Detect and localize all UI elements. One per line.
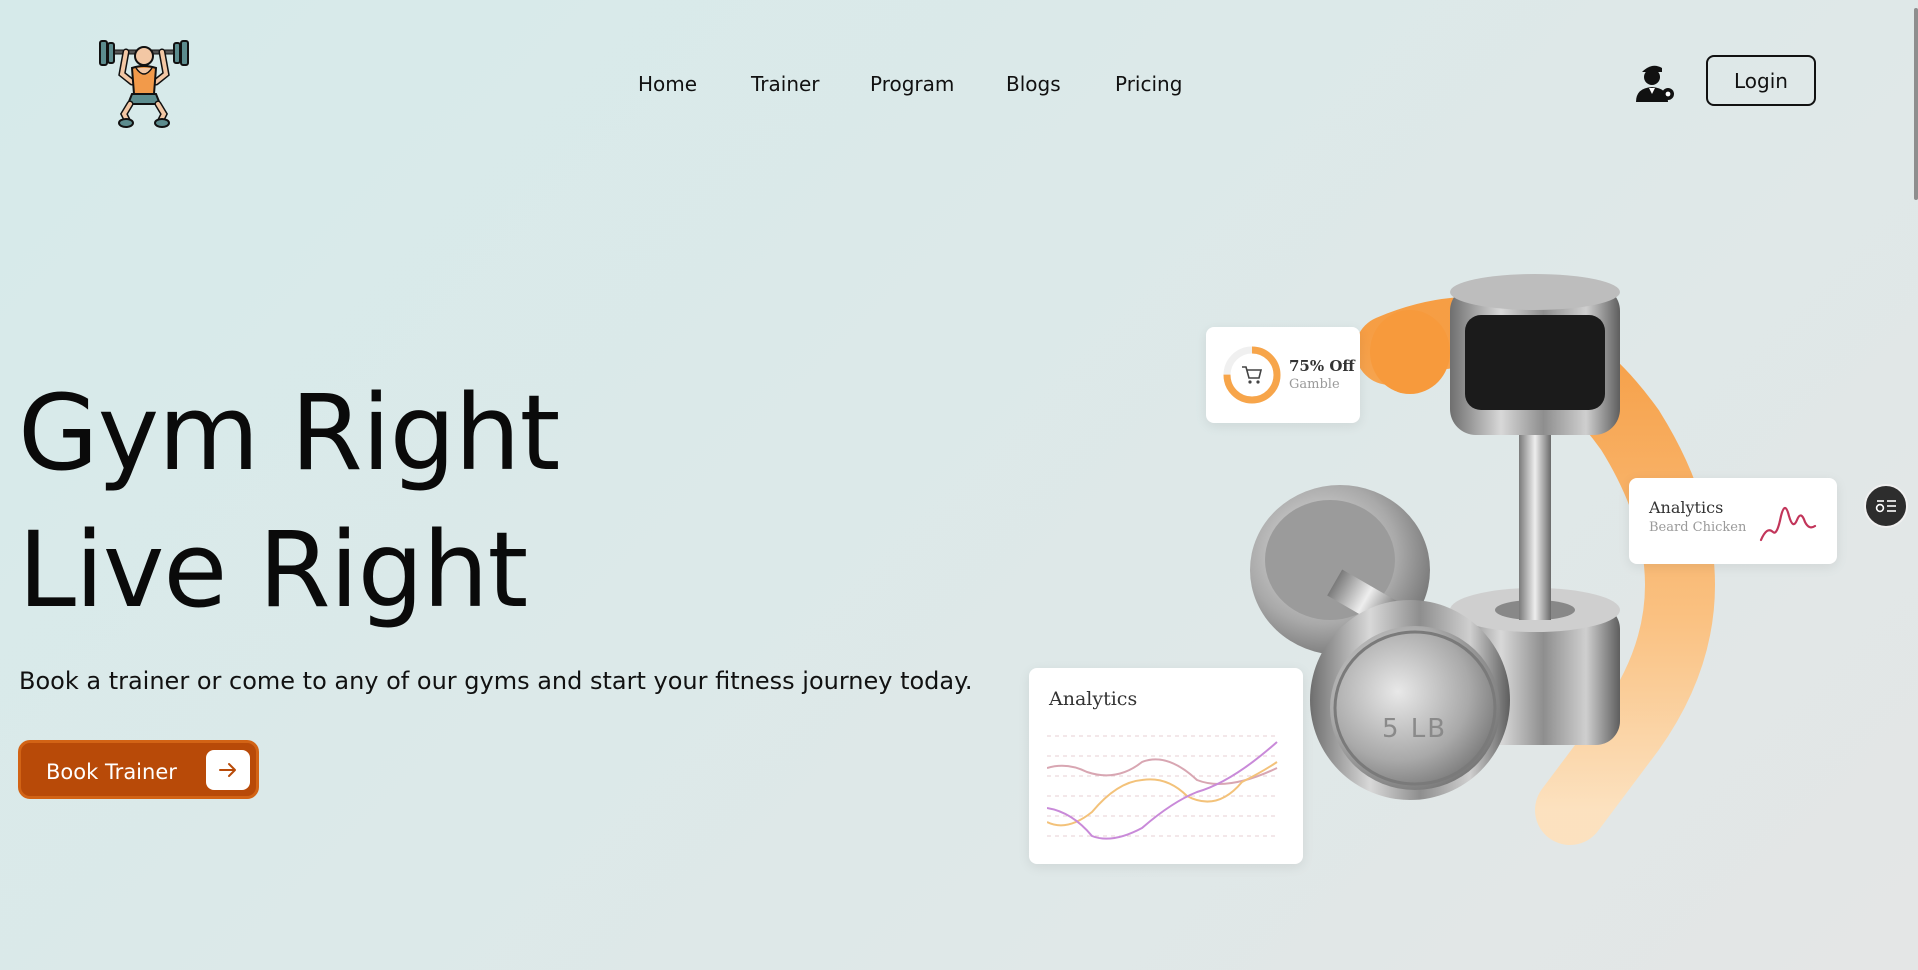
book-trainer-button[interactable]: Book Trainer — [18, 740, 259, 799]
arrow-right-icon — [206, 750, 250, 790]
analytics-small-subtitle: Beard Chicken — [1649, 520, 1747, 535]
nav-home[interactable]: Home — [638, 72, 697, 96]
analytics-big-title: Analytics — [1049, 688, 1138, 710]
hero-title-line-2: Live Right — [18, 509, 528, 631]
hero-title: Gym Right Live Right — [18, 365, 560, 639]
sparkline — [1759, 506, 1817, 542]
analytics-small-card: Analytics Beard Chicken — [1629, 478, 1837, 564]
discount-card: 75% Off Gamble — [1206, 327, 1360, 423]
analytics-small-title: Analytics — [1649, 498, 1724, 517]
book-trainer-label: Book Trainer — [46, 760, 177, 784]
login-button[interactable]: Login — [1706, 55, 1816, 106]
nav-blogs[interactable]: Blogs — [1006, 72, 1061, 96]
main-nav: Home Trainer Program Blogs Pricing — [0, 72, 1918, 96]
cart-icon — [1242, 366, 1263, 384]
analytics-line-chart — [1047, 735, 1278, 840]
nav-program[interactable]: Program — [870, 72, 954, 96]
hero-subtitle: Book a trainer or come to any of our gym… — [19, 667, 973, 695]
dumbbell-weight-label: 5 LB — [1382, 714, 1448, 744]
nav-pricing[interactable]: Pricing — [1115, 72, 1182, 96]
hero-title-line-1: Gym Right — [18, 372, 560, 494]
discount-title: 75% Off — [1289, 357, 1355, 375]
discount-subtitle: Gamble — [1289, 377, 1340, 392]
trainer-profile-icon[interactable] — [1632, 60, 1676, 104]
nav-trainer[interactable]: Trainer — [751, 72, 820, 96]
scrollbar-thumb[interactable] — [1914, 8, 1918, 200]
list-settings-icon[interactable] — [1864, 484, 1908, 528]
analytics-big-card: Analytics — [1029, 668, 1303, 864]
